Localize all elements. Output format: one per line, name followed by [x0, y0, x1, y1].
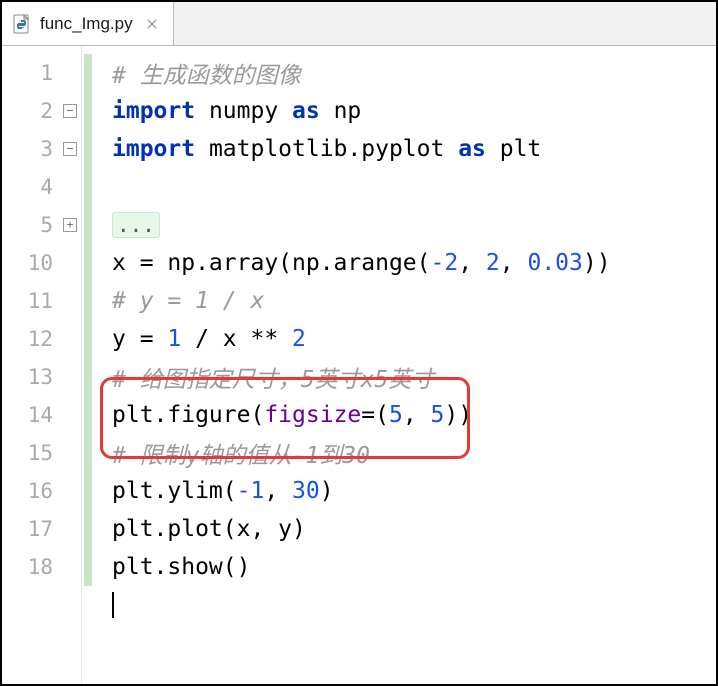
code-line — [112, 586, 716, 624]
line-number: 14 — [2, 396, 81, 434]
code-line — [112, 168, 716, 206]
line-number: 2− — [2, 92, 81, 130]
text-caret — [112, 592, 114, 618]
fold-toggle-icon[interactable]: − — [63, 142, 77, 156]
code-line: y = 1 / x ** 2 — [112, 320, 716, 358]
file-tab[interactable]: func_Img.py — [2, 2, 174, 45]
line-number: 18 — [2, 548, 81, 586]
line-number: 1 — [2, 54, 81, 92]
line-number-gutter: 1 2− 3− 4 5+ 10 11 12 13 14 15 16 17 18 — [2, 46, 82, 684]
line-number: 16 — [2, 472, 81, 510]
tab-filename: func_Img.py — [40, 14, 133, 34]
fold-toggle-icon[interactable]: − — [63, 104, 77, 118]
code-line: import numpy as np — [112, 92, 716, 130]
line-number: 11 — [2, 282, 81, 320]
code-line: plt.ylim(-1, 30) — [112, 472, 716, 510]
line-number: 5+ — [2, 206, 81, 244]
fold-placeholder[interactable]: ... — [112, 212, 160, 238]
line-number: 13 — [2, 358, 81, 396]
vcs-change-bar — [82, 46, 94, 684]
line-number: 10 — [2, 244, 81, 282]
code-line: # y = 1 / x — [112, 282, 716, 320]
code-line: import matplotlib.pyplot as plt — [112, 130, 716, 168]
line-number: 4 — [2, 168, 81, 206]
code-content[interactable]: # 生成函数的图像 import numpy as np import matp… — [94, 46, 716, 684]
tab-bar: func_Img.py — [2, 2, 716, 46]
fold-toggle-icon[interactable]: + — [63, 218, 77, 232]
editor[interactable]: 1 2− 3− 4 5+ 10 11 12 13 14 15 16 17 18 … — [2, 46, 716, 684]
code-line: plt.figure(figsize=(5, 5)) — [112, 396, 716, 434]
close-icon[interactable] — [145, 17, 159, 31]
code-line: x = np.array(np.arange(-2, 2, 0.03)) — [112, 244, 716, 282]
line-number: 15 — [2, 434, 81, 472]
code-line: ... — [112, 206, 716, 244]
python-file-icon — [12, 14, 32, 34]
code-line: plt.show() — [112, 548, 716, 586]
code-line: plt.plot(x, y) — [112, 510, 716, 548]
code-line: # 给图指定尺寸，5英寸x5英寸 — [112, 358, 716, 396]
code-line: # 生成函数的图像 — [112, 54, 716, 92]
line-number: 3− — [2, 130, 81, 168]
code-line: # 限制y轴的值从-1到30 — [112, 434, 716, 472]
line-number: 12 — [2, 320, 81, 358]
line-number: 17 — [2, 510, 81, 548]
